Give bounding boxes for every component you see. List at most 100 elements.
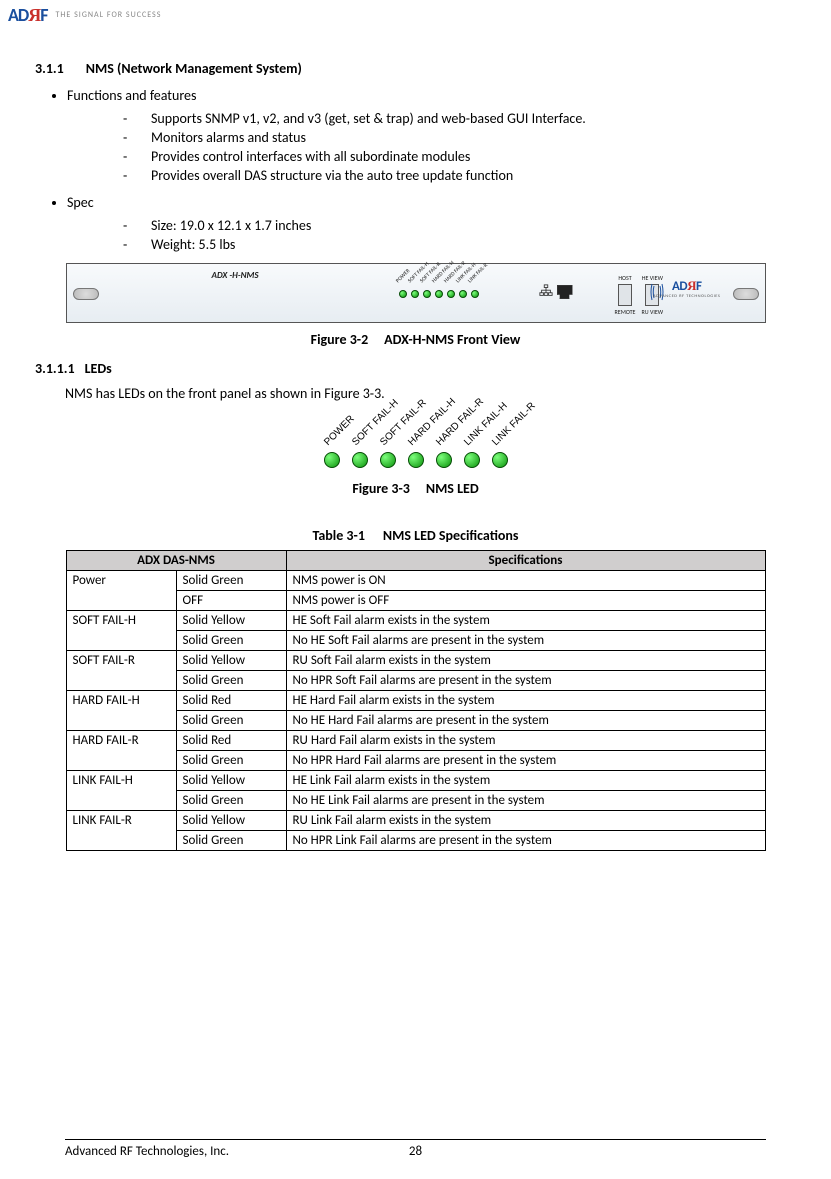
list-item: Provides overall DAS structure via the a… xyxy=(123,167,796,184)
front-panel-diagram: ADX -H-NMS POWER SOFT FAIL-H SOFT FAIL-R… xyxy=(66,263,766,323)
led-label: LINK FAIL-R xyxy=(467,280,477,290)
table-row: HARD FAIL-HSolid RedHE Hard Fail alarm e… xyxy=(66,691,765,711)
header-logo: ADЯF THE SIGNAL FOR SUCCESS xyxy=(0,0,831,30)
led-state-cell: Solid Green xyxy=(176,831,286,851)
page-footer: Advanced RF Technologies, Inc. 28 xyxy=(65,1139,766,1159)
port-label: REMOTE xyxy=(615,308,636,316)
list-item: Weight: 5.5 lbs xyxy=(123,236,796,253)
table-header: ADX DAS-NMS xyxy=(66,551,286,571)
section-title: NMS (Network Management System) xyxy=(86,60,302,77)
bullet-spec: Spec xyxy=(67,194,796,211)
led-icon xyxy=(464,452,480,468)
led-desc-cell: No HPR Soft Fail alarms are present in t… xyxy=(286,671,765,691)
led-state-cell: OFF xyxy=(176,591,286,611)
figure-caption: Figure 3-2ADX-H-NMS Front View xyxy=(35,331,796,348)
subsection-title: LEDs xyxy=(85,360,112,377)
led-desc-cell: HE Link Fail alarm exists in the system xyxy=(286,771,765,791)
led-icon xyxy=(435,290,443,298)
panel-led-row: POWER SOFT FAIL-H SOFT FAIL-R HARD FAIL-… xyxy=(399,276,479,298)
led-label: LINK FAIL-H xyxy=(455,280,465,290)
table-row: SOFT FAIL-HSolid YellowHE Soft Fail alar… xyxy=(66,611,765,631)
led-label: POWER xyxy=(322,414,356,448)
port-icon xyxy=(618,284,632,306)
led-state-cell: Solid Yellow xyxy=(176,811,286,831)
adrf-logo: ADЯF xyxy=(8,4,48,26)
led-desc-cell: No HE Hard Fail alarms are present in th… xyxy=(286,711,765,731)
led-state-cell: Solid Red xyxy=(176,731,286,751)
led-icon xyxy=(436,452,452,468)
led-state-cell: Solid Yellow xyxy=(176,771,286,791)
led-state-cell: Solid Yellow xyxy=(176,611,286,631)
table-row: HARD FAIL-RSolid RedRU Hard Fail alarm e… xyxy=(66,731,765,751)
led-desc-cell: RU Hard Fail alarm exists in the system xyxy=(286,731,765,751)
footer-company: Advanced RF Technologies, Inc. xyxy=(65,1144,229,1159)
body-text: NMS has LEDs on the front panel as shown… xyxy=(65,385,796,402)
led-icon xyxy=(324,452,340,468)
network-icon xyxy=(539,284,553,300)
panel-model-label: ADX -H-NMS xyxy=(212,270,259,281)
spec-list: Size: 19.0 x 12.1 x 1.7 inches Weight: 5… xyxy=(35,217,796,253)
led-state-cell: Solid Green xyxy=(176,711,286,731)
led-desc-cell: RU Soft Fail alarm exists in the system xyxy=(286,651,765,671)
logo-text: F xyxy=(40,4,47,26)
figure-nms-led: POWER SOFT FAIL-H SOFT FAIL-R HARD FAIL-… xyxy=(35,412,796,497)
functions-list: Supports SNMP v1, v2, and v3 (get, set &… xyxy=(35,110,796,184)
subsection-heading: 3.1.1.1 LEDs xyxy=(35,360,796,377)
led-icon xyxy=(423,290,431,298)
led-desc-cell: No HE Soft Fail alarms are present in th… xyxy=(286,631,765,651)
led-icon xyxy=(471,290,479,298)
led-icon xyxy=(447,290,455,298)
led-spec-table: ADX DAS-NMS Specifications PowerSolid Gr… xyxy=(66,550,766,851)
port-label: RU VIEW xyxy=(641,308,663,316)
port-label: HOST xyxy=(618,274,631,282)
led-state-cell: Solid Yellow xyxy=(176,651,286,671)
logo-text: AD xyxy=(8,4,28,26)
led-label: SOFT FAIL-H xyxy=(407,280,417,290)
table-row: SOFT FAIL-RSolid YellowRU Soft Fail alar… xyxy=(66,651,765,671)
table-row: LINK FAIL-HSolid YellowHE Link Fail alar… xyxy=(66,771,765,791)
ethernet-port-icon xyxy=(557,285,573,299)
led-icon xyxy=(492,452,508,468)
table-row: PowerSolid GreenNMS power is ON xyxy=(66,571,765,591)
led-icon xyxy=(399,290,407,298)
led-icon xyxy=(408,452,424,468)
led-name-cell: LINK FAIL-R xyxy=(66,811,176,851)
led-label: HARD FAIL-H xyxy=(431,280,441,290)
led-label: HARD FAIL-R xyxy=(443,280,453,290)
logo-text: Я xyxy=(28,5,40,25)
section-number: 3.1.1 xyxy=(35,60,64,77)
led-icon xyxy=(459,290,467,298)
led-label: POWER xyxy=(395,280,405,290)
led-state-cell: Solid Red xyxy=(176,691,286,711)
led-icon xyxy=(380,452,396,468)
led-state-cell: Solid Green xyxy=(176,751,286,771)
led-desc-cell: No HPR Link Fail alarms are present in t… xyxy=(286,831,765,851)
list-item: Supports SNMP v1, v2, and v3 (get, set &… xyxy=(123,110,796,127)
list-item: Provides control interfaces with all sub… xyxy=(123,148,796,165)
mounting-hole-icon xyxy=(733,288,759,300)
led-name-cell: HARD FAIL-H xyxy=(66,691,176,731)
led-desc-cell: NMS power is ON xyxy=(286,571,765,591)
subsection-number: 3.1.1.1 xyxy=(35,360,75,377)
panel-brand-sub: ADVANCED RF TECHNOLOGIES xyxy=(653,294,720,299)
figure-front-panel: ADX -H-NMS POWER SOFT FAIL-H SOFT FAIL-R… xyxy=(35,263,796,348)
led-desc-cell: HE Soft Fail alarm exists in the system xyxy=(286,611,765,631)
led-desc-cell: RU Link Fail alarm exists in the system xyxy=(286,811,765,831)
led-desc-cell: NMS power is OFF xyxy=(286,591,765,611)
led-name-cell: Power xyxy=(66,571,176,611)
led-name-cell: SOFT FAIL-H xyxy=(66,611,176,651)
led-desc-cell: No HPR Hard Fail alarms are present in t… xyxy=(286,751,765,771)
led-label: SOFT FAIL-R xyxy=(419,280,429,290)
mounting-hole-icon xyxy=(73,288,99,300)
logo-tagline: THE SIGNAL FOR SUCCESS xyxy=(56,10,162,20)
led-desc-cell: HE Hard Fail alarm exists in the system xyxy=(286,691,765,711)
led-state-cell: Solid Green xyxy=(176,631,286,651)
table-caption: Table 3-1NMS LED Specifications xyxy=(35,527,796,544)
section-heading: 3.1.1 NMS (Network Management System) xyxy=(35,60,796,77)
list-item: Monitors alarms and status xyxy=(123,129,796,146)
panel-ports xyxy=(539,284,573,300)
led-name-cell: LINK FAIL-H xyxy=(66,771,176,811)
bullet-functions: Functions and features xyxy=(67,87,796,104)
led-state-cell: Solid Green xyxy=(176,671,286,691)
led-state-cell: Solid Green xyxy=(176,571,286,591)
